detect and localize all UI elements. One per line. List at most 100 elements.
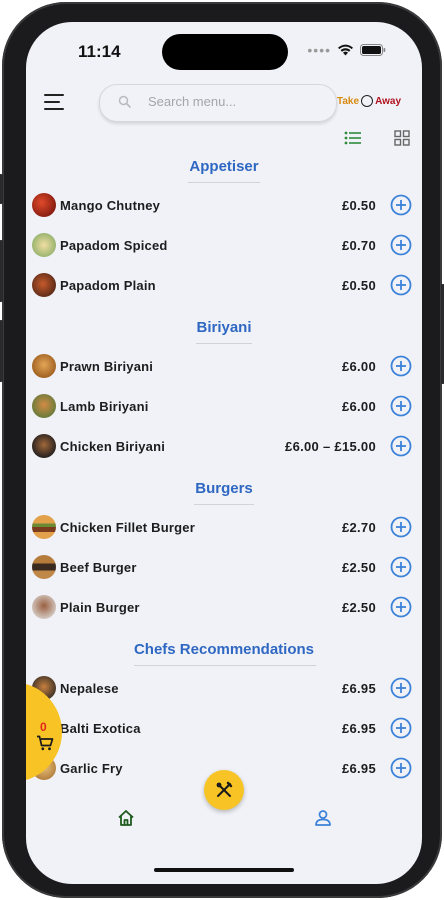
- item-name: Mango Chutney: [60, 198, 161, 213]
- section-divider: [134, 665, 316, 666]
- app-screen: 11:14 •••• Search menu... Take Away Appe…: [26, 22, 422, 884]
- phone-frame: 11:14 •••• Search menu... Take Away Appe…: [0, 2, 444, 898]
- section-header: Burgers: [26, 474, 422, 505]
- food-image: [32, 193, 56, 217]
- home-icon[interactable]: [117, 809, 135, 827]
- section-chefs-recommendations: Chefs Recommendations Nepalese £6.95 Bal…: [26, 635, 422, 780]
- item-name: Papadom Plain: [60, 278, 156, 293]
- home-indicator: [154, 868, 294, 872]
- search-placeholder: Search menu...: [148, 94, 237, 109]
- section-title: Burgers: [195, 480, 253, 497]
- section-title: Biriyani: [196, 319, 252, 336]
- grid-view-icon[interactable]: [394, 130, 410, 146]
- user-icon[interactable]: [314, 809, 332, 827]
- item-name: Beef Burger: [60, 560, 137, 575]
- section-title: Appetiser: [189, 158, 259, 175]
- menu-item[interactable]: Papadom Plain £0.50: [26, 268, 422, 302]
- item-price: £6.95: [341, 721, 376, 736]
- item-price: £6.00: [341, 399, 376, 414]
- battery-icon: [360, 44, 386, 56]
- item-price: £2.50: [341, 600, 376, 615]
- brand-away: Away: [375, 95, 402, 107]
- search-input[interactable]: Search menu...: [99, 84, 337, 122]
- menu-item[interactable]: Papadom Spiced £0.70: [26, 228, 422, 262]
- item-price: £6.00 – £15.00: [285, 439, 376, 454]
- item-price: £6.00: [341, 359, 376, 374]
- item-price: £0.50: [341, 198, 376, 213]
- list-view-icon[interactable]: [344, 130, 362, 146]
- section-header: Appetiser: [26, 152, 422, 183]
- plate-icon: [361, 95, 374, 107]
- menu-item[interactable]: Mango Chutney £0.50: [26, 188, 422, 222]
- item-name: Lamb Biriyani: [60, 399, 149, 414]
- menu-item[interactable]: Chicken Biriyani £6.00 – £15.00: [26, 429, 422, 463]
- item-name: Chicken Fillet Burger: [60, 520, 195, 535]
- add-circle-icon[interactable]: [390, 234, 412, 256]
- cart-icon[interactable]: [36, 735, 54, 751]
- brand-take: Take: [337, 95, 360, 107]
- add-circle-icon[interactable]: [390, 355, 412, 377]
- menu-fab-button[interactable]: [204, 770, 244, 810]
- view-toggle: [26, 130, 422, 152]
- cart-count-badge: 0: [40, 720, 47, 734]
- food-image: [32, 273, 56, 297]
- brand-logo: Take Away: [337, 95, 401, 107]
- status-icons: ••••: [307, 42, 386, 58]
- section-title: Chefs Recommendations: [133, 641, 315, 658]
- item-name: Nepalese: [60, 681, 119, 696]
- add-circle-icon[interactable]: [390, 274, 412, 296]
- wifi-icon: [338, 44, 353, 56]
- section-biriyani: Biriyani Prawn Biriyani £6.00 Lamb Biriy…: [26, 313, 422, 458]
- item-name: Plain Burger: [60, 600, 140, 615]
- section-header: Chefs Recommendations: [26, 635, 422, 666]
- add-circle-icon[interactable]: [390, 435, 412, 457]
- add-circle-icon[interactable]: [390, 677, 412, 699]
- menu-item[interactable]: Nepalese £6.95: [26, 671, 422, 705]
- menu-item[interactable]: Chicken Fillet Burger £2.70: [26, 510, 422, 544]
- search-icon: [118, 95, 132, 109]
- volume-up-button: [0, 240, 3, 302]
- food-image: [32, 354, 56, 378]
- hamburger-menu-icon[interactable]: [44, 94, 66, 112]
- add-circle-icon[interactable]: [390, 556, 412, 578]
- cellular-signal-icon: ••••: [307, 42, 331, 58]
- add-circle-icon[interactable]: [390, 757, 412, 779]
- item-price: £6.95: [341, 761, 376, 776]
- item-price: £6.95: [341, 681, 376, 696]
- cutlery-icon: [216, 781, 233, 797]
- item-price: £0.50: [341, 278, 376, 293]
- food-image: [32, 555, 56, 579]
- item-name: Chicken Biriyani: [60, 439, 166, 454]
- section-header: Biriyani: [26, 313, 422, 344]
- mute-switch: [0, 174, 3, 204]
- dynamic-island: [162, 34, 288, 70]
- food-image: [32, 233, 56, 257]
- food-image: [32, 394, 56, 418]
- item-price: £2.70: [341, 520, 376, 535]
- top-bar: Search menu... Take Away: [26, 84, 422, 124]
- status-time: 11:14: [78, 42, 121, 61]
- add-circle-icon[interactable]: [390, 194, 412, 216]
- section-divider: [194, 504, 254, 505]
- menu-item[interactable]: Prawn Biriyani £6.00: [26, 349, 422, 383]
- item-name: Garlic Fry: [60, 761, 123, 776]
- add-circle-icon[interactable]: [390, 717, 412, 739]
- food-image: [32, 515, 56, 539]
- menu-item[interactable]: Lamb Biriyani £6.00: [26, 389, 422, 423]
- section-divider: [188, 182, 260, 183]
- item-price: £0.70: [341, 238, 376, 253]
- status-bar: 11:14 ••••: [26, 22, 422, 78]
- item-name: Prawn Biriyani: [60, 359, 154, 374]
- add-circle-icon[interactable]: [390, 516, 412, 538]
- food-image: [32, 595, 56, 619]
- item-name: Papadom Spiced: [60, 238, 168, 253]
- menu-item[interactable]: Plain Burger £2.50: [26, 590, 422, 624]
- volume-down-button: [0, 320, 3, 382]
- menu-item[interactable]: Balti Exotica £6.95: [26, 711, 422, 745]
- section-divider: [196, 343, 252, 344]
- food-image: [32, 434, 56, 458]
- menu-item[interactable]: Beef Burger £2.50: [26, 550, 422, 584]
- add-circle-icon[interactable]: [390, 596, 412, 618]
- section-appetiser: Appetiser Mango Chutney £0.50 Papadom Sp…: [26, 152, 422, 297]
- add-circle-icon[interactable]: [390, 395, 412, 417]
